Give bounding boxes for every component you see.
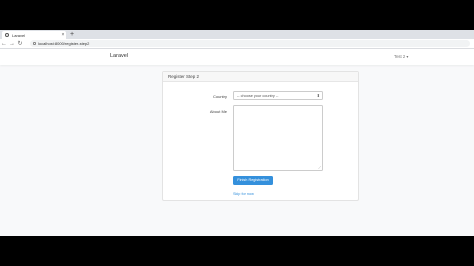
address-bar[interactable]: localhost:8000/register-step2: [30, 40, 470, 47]
close-icon[interactable]: ×: [60, 31, 66, 39]
info-icon: [33, 42, 36, 45]
globe-icon: [5, 33, 9, 37]
country-select-value: -- choose your country --: [237, 94, 279, 98]
new-tab-button[interactable]: +: [70, 31, 74, 38]
browser-toolbar: ← → ↻ localhost:8000/register-step2: [0, 39, 474, 49]
url-text: localhost:8000/register-step2: [38, 41, 90, 46]
letterbox-frame: Laravel × + ← → ↻ localhost:8000/registe…: [0, 0, 474, 266]
browser-window: Laravel × + ← → ↻ localhost:8000/registe…: [0, 30, 474, 236]
tab-strip: Laravel × +: [0, 30, 474, 39]
forward-icon[interactable]: →: [8, 39, 16, 49]
register-step2-card: Register Step 2 Country -- choose your c…: [162, 71, 359, 201]
card-title: Register Step 2: [163, 72, 358, 82]
skip-for-now-link[interactable]: Skip for now: [233, 192, 254, 196]
chevron-down-icon: ⬍: [316, 93, 320, 98]
app-navbar: Laravel Test 2 ▾: [0, 49, 474, 65]
brand-link[interactable]: Laravel: [110, 53, 128, 59]
resize-handle-icon[interactable]: ⟋: [318, 166, 321, 170]
reload-icon[interactable]: ↻: [16, 39, 24, 49]
user-dropdown[interactable]: Test 2 ▾: [394, 54, 408, 59]
finish-registration-button[interactable]: Finish Registration: [233, 176, 273, 185]
about-me-textarea[interactable]: ⟋: [233, 105, 323, 171]
tab-title: Laravel: [12, 32, 26, 38]
country-label: Country: [212, 94, 227, 99]
country-select[interactable]: -- choose your country -- ⬍: [233, 91, 323, 100]
back-icon[interactable]: ←: [0, 39, 8, 49]
about-me-label: About Me: [209, 109, 227, 114]
